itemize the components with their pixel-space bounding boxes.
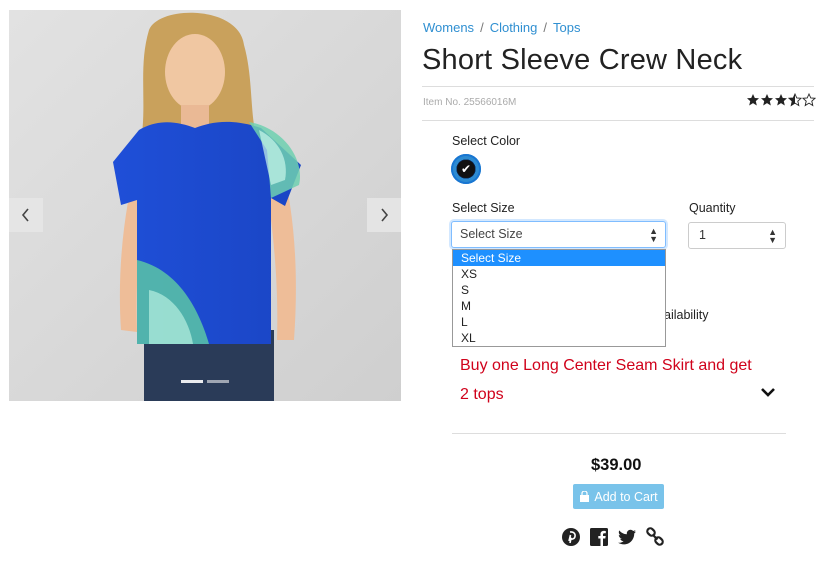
pinterest-icon[interactable] <box>561 527 581 547</box>
link-icon[interactable] <box>645 527 665 547</box>
carousel-prev-button[interactable] <box>9 198 43 232</box>
size-option-xs[interactable]: XS <box>453 266 665 282</box>
product-image-carousel[interactable] <box>9 10 401 401</box>
select-size-label: Select Size <box>452 201 515 215</box>
add-to-cart-button[interactable]: Add to Cart <box>573 484 664 509</box>
size-select[interactable]: Select Size ▲ ▼ <box>451 221 666 248</box>
star-rating-icon <box>747 92 817 107</box>
rating-stars[interactable] <box>746 92 817 110</box>
carousel-indicator-2[interactable] <box>207 380 229 383</box>
quantity-select[interactable]: 1 ▲ ▼ <box>688 222 786 249</box>
breadcrumb-separator: / <box>480 20 484 35</box>
select-caret-icon: ▲ ▼ <box>649 226 658 244</box>
add-to-cart-label: Add to Cart <box>594 489 658 504</box>
divider <box>452 433 786 434</box>
breadcrumb-womens[interactable]: Womens <box>423 20 474 35</box>
breadcrumb-separator: / <box>543 20 548 35</box>
divider <box>422 86 814 87</box>
promo-expand-button[interactable] <box>760 385 776 403</box>
social-share-bar <box>561 527 665 547</box>
twitter-icon[interactable] <box>617 527 637 547</box>
size-select-value: Select Size <box>460 227 523 241</box>
shopping-bag-icon <box>580 490 590 502</box>
breadcrumb: Womens / Clothing / Tops <box>423 20 580 35</box>
quantity-value: 1 <box>699 228 706 242</box>
chevron-down-icon <box>761 388 775 397</box>
size-option-select-size[interactable]: Select Size <box>453 250 665 266</box>
promo-text: Buy one Long Center Seam Skirt and get 2… <box>460 357 752 403</box>
size-option-s[interactable]: S <box>453 282 665 298</box>
item-number: Item No. 25566016M <box>423 97 517 108</box>
carousel-indicators <box>181 380 229 383</box>
availability-link[interactable]: ailability <box>664 308 708 322</box>
carousel-next-button[interactable] <box>367 198 401 232</box>
size-option-m[interactable]: M <box>453 298 665 314</box>
breadcrumb-clothing[interactable]: Clothing <box>490 20 538 35</box>
check-icon: ✔ <box>457 160 475 178</box>
color-swatch-blue[interactable]: ✔ <box>451 154 481 184</box>
select-caret-icon: ▲ ▼ <box>768 227 777 245</box>
size-dropdown-list: Select Size XS S M L XL <box>452 249 666 347</box>
size-option-l[interactable]: L <box>453 314 665 330</box>
breadcrumb-tops[interactable]: Tops <box>553 20 580 35</box>
size-option-xl[interactable]: XL <box>453 330 665 346</box>
chevron-left-icon <box>21 208 29 222</box>
carousel-indicator-1[interactable] <box>181 380 203 383</box>
product-photo <box>9 10 401 401</box>
quantity-label: Quantity <box>689 201 736 215</box>
facebook-icon[interactable] <box>589 527 609 547</box>
chevron-right-icon <box>381 208 389 222</box>
select-color-label: Select Color <box>452 134 521 148</box>
product-price: $39.00 <box>591 456 642 474</box>
divider <box>422 120 814 121</box>
product-title: Short Sleeve Crew Neck <box>422 44 743 76</box>
